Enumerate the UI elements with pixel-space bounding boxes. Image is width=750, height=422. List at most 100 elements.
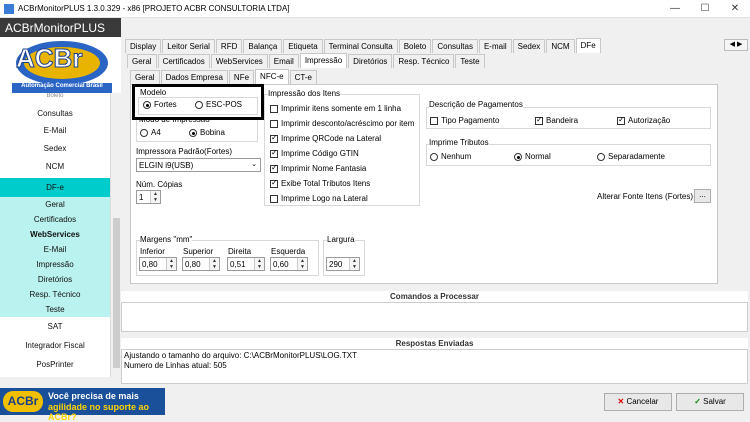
radio-escpos[interactable]: [195, 101, 203, 109]
margem-direita-label: Direita: [228, 247, 252, 256]
checkbox-bandeira[interactable]: [535, 115, 543, 125]
sidebar-item-geral[interactable]: Geral: [0, 197, 110, 212]
checkbox-logo-lateral[interactable]: [270, 195, 278, 203]
tab-boleto[interactable]: Boleto: [398, 39, 432, 53]
checkbox-total-tributos[interactable]: [270, 178, 278, 188]
largura-value: 290: [329, 260, 343, 269]
tab-dfe-certificados[interactable]: Certificados: [157, 54, 210, 68]
sidebar-item-boleto[interactable]: Boleto: [0, 93, 110, 101]
tab-dfe-teste[interactable]: Teste: [455, 54, 485, 68]
tab-consultas[interactable]: Consultas: [432, 39, 478, 53]
margem-inferior-input[interactable]: 0,80 ▲ ▼: [139, 257, 177, 271]
tab-balanca[interactable]: Balança: [243, 39, 283, 53]
radio-separadamente[interactable]: [597, 153, 605, 161]
margem-superior-input[interactable]: 0,80 ▲ ▼: [182, 257, 220, 271]
largura-input[interactable]: 290 ▲ ▼: [326, 257, 360, 271]
minimize-button[interactable]: —: [660, 0, 690, 18]
sidebar-item-sat[interactable]: SAT: [0, 319, 110, 334]
sidebar-scrollbar[interactable]: [110, 93, 121, 377]
margem-inferior-spinner[interactable]: ▲ ▼: [166, 258, 176, 270]
sidebar-item-diretorios[interactable]: Diretórios: [0, 272, 110, 287]
respostas-area[interactable]: Ajustando o tamanho do arquivo: C:\ACBrM…: [121, 349, 748, 384]
tab-dfe[interactable]: DFe: [575, 38, 601, 53]
tab-leitor-serial[interactable]: Leitor Serial: [162, 39, 215, 53]
radio-nenhum[interactable]: [430, 153, 438, 161]
support-banner[interactable]: ACBr Você precisa de mais agilidade no s…: [0, 388, 165, 422]
sidebar-item-webservices[interactable]: WebServices: [0, 227, 110, 242]
sidebar-item-ncm[interactable]: NCM: [0, 160, 110, 174]
copias-input[interactable]: 1 ▲ ▼: [136, 190, 161, 204]
checkbox-autorizacao[interactable]: [617, 115, 625, 125]
radio-fortes-label: Fortes: [154, 100, 177, 109]
qrcode-lateral-label: Imprime QRCode na Lateral: [281, 134, 382, 143]
fonte-itens-button[interactable]: ...: [694, 189, 711, 203]
tab-imp-geral[interactable]: Geral: [130, 70, 160, 84]
tab-email[interactable]: E-mail: [478, 39, 512, 53]
margem-esquerda-spinner[interactable]: ▲ ▼: [297, 258, 307, 270]
save-button[interactable]: ✓ Salvar: [676, 393, 744, 411]
tab-dfe-geral[interactable]: Geral: [127, 54, 157, 68]
radio-normal[interactable]: [514, 153, 522, 161]
tab-imp-nfe[interactable]: NFe: [228, 70, 255, 84]
margem-superior-spinner[interactable]: ▲ ▼: [209, 258, 219, 270]
autorizacao-label: Autorização: [628, 116, 671, 125]
title-bar: ACBrMonitorPLUS 1.3.0.329 - x86 [PROJETO…: [0, 0, 750, 18]
radio-a4[interactable]: [140, 129, 148, 137]
tab-sedex[interactable]: Sedex: [512, 39, 546, 53]
comandos-area[interactable]: [121, 302, 748, 332]
tab-ncm[interactable]: NCM: [546, 39, 575, 53]
sidebar-item-teste[interactable]: Teste: [0, 302, 110, 317]
checkbox-codigo-gtin[interactable]: [270, 148, 278, 158]
maximize-button[interactable]: ☐: [690, 0, 720, 18]
scrollbar-thumb[interactable]: [113, 218, 120, 368]
impressao-itens-title: Impressão dos Itens: [268, 89, 341, 98]
copias-spinner[interactable]: ▲ ▼: [150, 191, 160, 203]
impressora-select[interactable]: ELGIN i9(USB) ⌄: [136, 158, 261, 172]
tab-dfe-resp-tecnico[interactable]: Resp. Técnico: [393, 54, 455, 68]
radio-bobina[interactable]: [189, 129, 197, 137]
radio-fortes[interactable]: [143, 101, 151, 109]
tab-dfe-email[interactable]: Email: [268, 54, 299, 68]
copias-value: 1: [139, 193, 144, 202]
tab-dfe-webservices[interactable]: WebServices: [210, 54, 268, 68]
impressora-label: Impressora Padrão(Fortes): [136, 147, 233, 156]
largura-spinner[interactable]: ▲ ▼: [349, 258, 359, 270]
sidebar-item-impressao[interactable]: Impressão: [0, 257, 110, 272]
margem-direita-spinner[interactable]: ▲ ▼: [254, 258, 264, 270]
modelo-title: Modelo: [140, 88, 167, 97]
checkbox-desconto-item[interactable]: [270, 120, 278, 128]
margem-esquerda-input[interactable]: 0,60 ▲ ▼: [270, 257, 308, 271]
close-button[interactable]: ✕: [720, 0, 750, 18]
cancel-button[interactable]: ✕ Cancelar: [604, 393, 672, 411]
sidebar-item-dfe[interactable]: DF-e: [0, 178, 110, 197]
margem-direita-input[interactable]: 0,51 ▲ ▼: [227, 257, 265, 271]
checkbox-qrcode-lateral[interactable]: [270, 133, 278, 143]
tab-dfe-diretorios[interactable]: Diretórios: [348, 54, 393, 68]
margem-superior-label: Superior: [183, 247, 214, 256]
tab-terminal-consulta[interactable]: Terminal Consulta: [323, 39, 398, 53]
tab-scroll-arrows[interactable]: ◀ ▶: [724, 39, 748, 51]
sidebar-item-posprinter[interactable]: PosPrinter: [0, 357, 110, 372]
checkbox-tipo-pagamento[interactable]: [430, 117, 438, 125]
tab-dfe-impressao[interactable]: Impressão: [299, 53, 348, 68]
total-tributos-label: Exibe Total Tributos Itens: [281, 179, 371, 188]
main-scrollbar[interactable]: [738, 84, 747, 284]
sidebar-item-certificados[interactable]: Certificados: [0, 212, 110, 227]
sidebar-item-resp-tecnico[interactable]: Resp. Técnico: [0, 287, 110, 302]
sidebar-item-consultas[interactable]: Consultas: [0, 107, 110, 121]
sidebar-item-integrador-fiscal[interactable]: Integrador Fiscal: [0, 338, 110, 353]
tab-etiqueta[interactable]: Etiqueta: [283, 39, 323, 53]
tab-imp-dados-empresa[interactable]: Dados Empresa: [160, 70, 228, 84]
checkbox-itens-uma-linha[interactable]: [270, 105, 278, 113]
tab-rfd[interactable]: RFD: [215, 39, 243, 53]
tab-imp-cte[interactable]: CT-e: [289, 70, 317, 84]
sidebar-item-dfe-email[interactable]: E-Mail: [0, 242, 110, 257]
tab-display[interactable]: Display: [125, 39, 162, 53]
checkbox-nome-fantasia[interactable]: [270, 163, 278, 173]
tipo-pagamento-label: Tipo Pagamento: [441, 116, 500, 125]
sidebar-item-sedex[interactable]: Sedex: [0, 142, 110, 156]
sidebar-item-email[interactable]: E-Mail: [0, 124, 110, 138]
tab-imp-nfce[interactable]: NFC-e: [255, 69, 289, 84]
resposta-line: Ajustando o tamanho do arquivo: C:\ACBrM…: [124, 351, 357, 360]
bandeira-label: Bandeira: [546, 116, 579, 125]
